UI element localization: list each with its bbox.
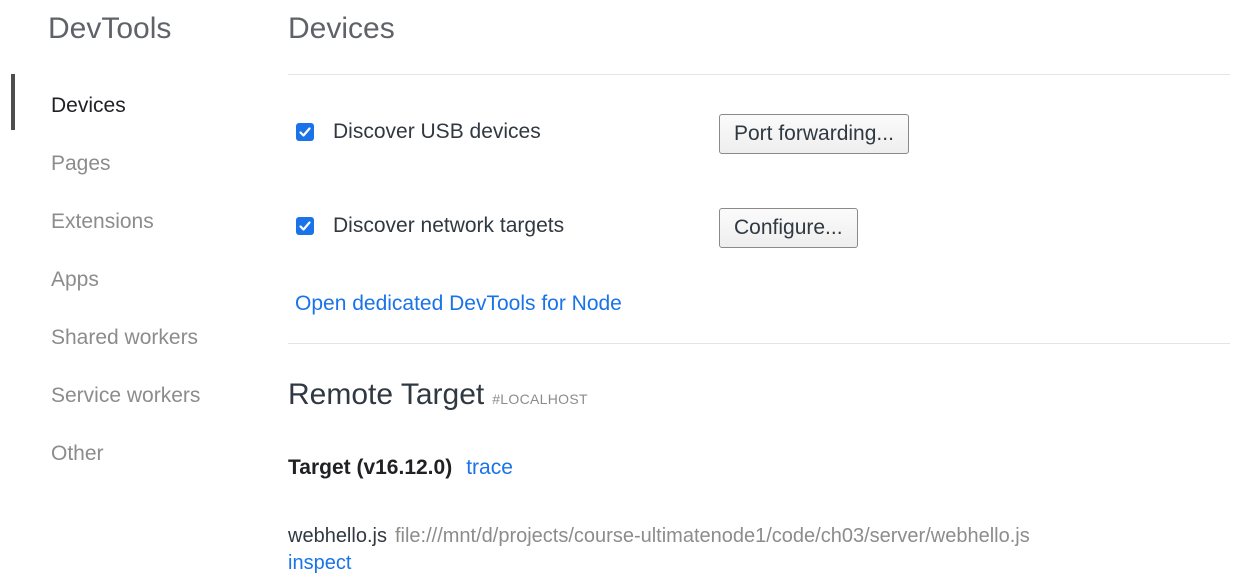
page-title: Devices	[288, 12, 395, 45]
target-file-url: file:///mnt/d/projects/course-ultimateno…	[394, 525, 1030, 547]
sidebar-item-service-workers[interactable]: Service workers	[0, 372, 250, 430]
checkmark-icon	[296, 217, 314, 235]
header-divider	[288, 74, 1230, 75]
target-name: Target (v16.12.0)	[288, 456, 453, 479]
discover-network-checkbox[interactable]: Discover network targets	[296, 214, 564, 238]
trace-link[interactable]: trace	[466, 456, 513, 479]
open-node-devtools-link[interactable]: Open dedicated DevTools for Node	[295, 292, 622, 316]
devtools-inspect-page: DevTools Devices Pages Extensions Apps S…	[0, 0, 1233, 582]
remote-target-heading: Remote Target #LOCALHOST	[288, 378, 588, 412]
network-discovery-row: Discover network targets Configure...	[288, 208, 1230, 248]
section-divider	[288, 343, 1230, 344]
discover-network-label: Discover network targets	[333, 214, 565, 237]
sidebar-item-other[interactable]: Other	[0, 430, 250, 488]
configure-button[interactable]: Configure...	[719, 208, 858, 248]
discover-usb-label: Discover USB devices	[333, 120, 541, 143]
sidebar-item-pages[interactable]: Pages	[0, 140, 250, 198]
sidebar-item-shared-workers[interactable]: Shared workers	[0, 314, 250, 372]
port-forwarding-button[interactable]: Port forwarding...	[719, 114, 909, 154]
main-panel: Devices Discover USB devices Port forwar…	[288, 0, 1233, 582]
target-header: Target (v16.12.0) trace	[288, 456, 513, 480]
checkmark-icon	[296, 123, 314, 141]
sidebar-item-extensions[interactable]: Extensions	[0, 198, 250, 256]
sidebar-item-devices[interactable]: Devices	[0, 74, 250, 140]
remote-target-title: Remote Target	[288, 378, 485, 411]
inspect-link[interactable]: inspect	[288, 552, 351, 575]
target-file-name: webhello.js	[288, 525, 387, 547]
sidebar-nav: Devices Pages Extensions Apps Shared wor…	[0, 74, 250, 488]
sidebar: DevTools Devices Pages Extensions Apps S…	[0, 0, 250, 582]
target-file-row: webhello.js file:///mnt/d/projects/course…	[288, 525, 1030, 548]
remote-target-host: #LOCALHOST	[492, 391, 588, 407]
sidebar-item-apps[interactable]: Apps	[0, 256, 250, 314]
app-title: DevTools	[48, 12, 172, 45]
discover-usb-checkbox[interactable]: Discover USB devices	[296, 120, 541, 144]
usb-discovery-row: Discover USB devices Port forwarding...	[288, 114, 1230, 154]
